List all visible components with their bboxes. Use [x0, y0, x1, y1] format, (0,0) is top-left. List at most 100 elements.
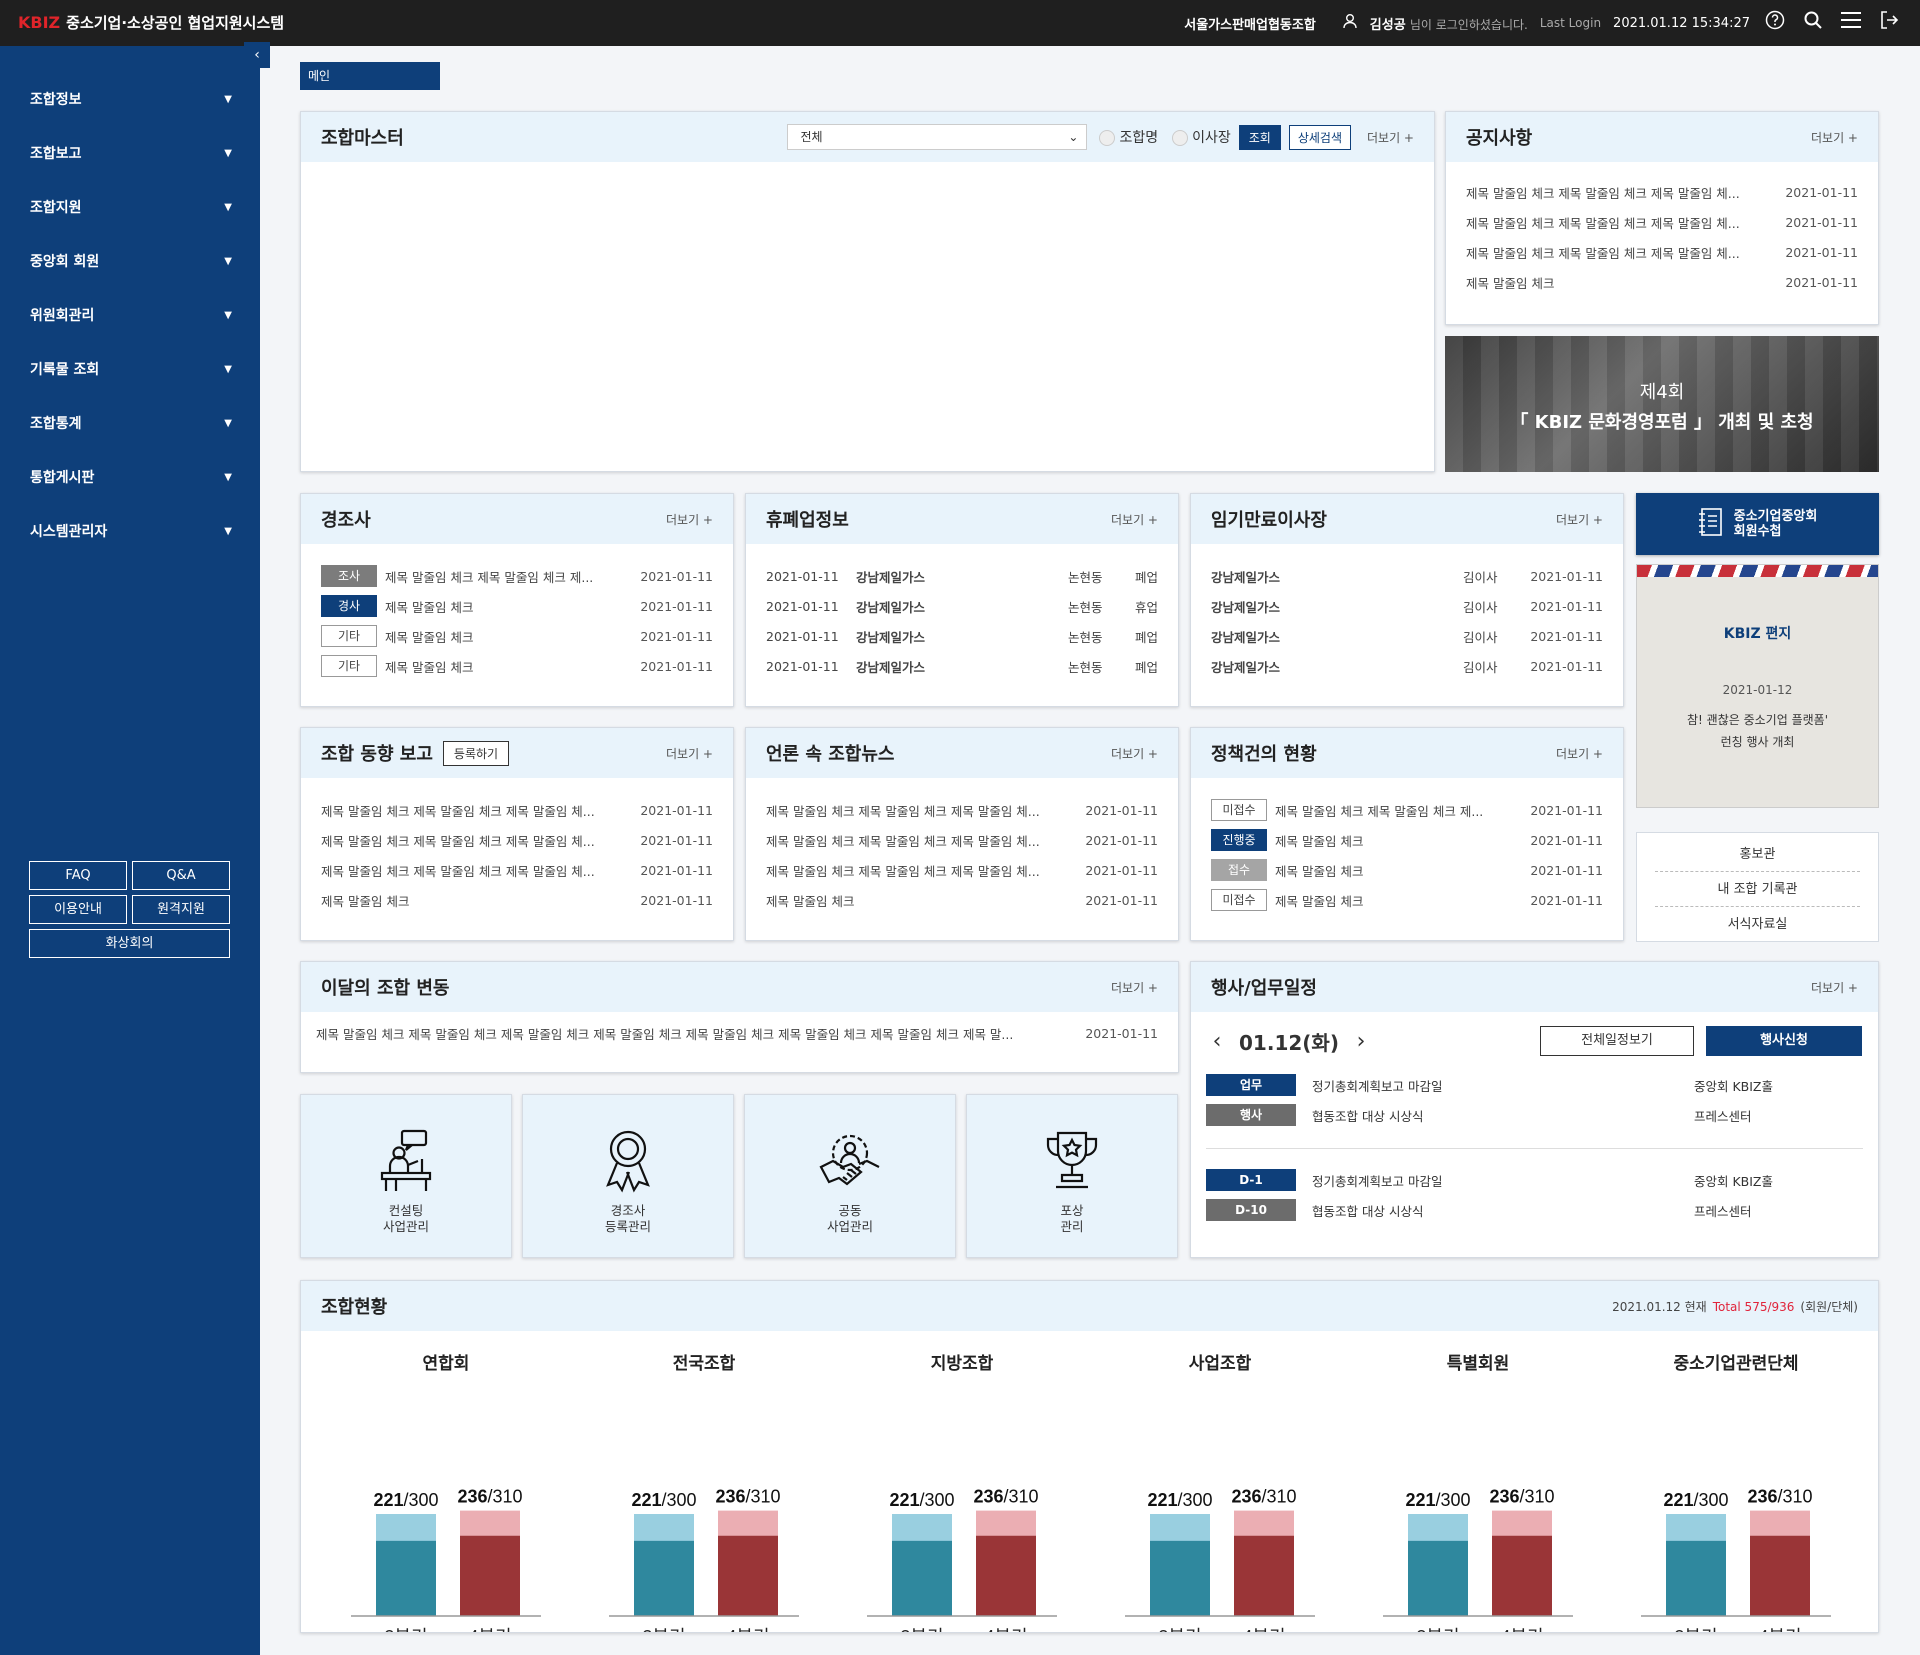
list-item[interactable]: 기타 제목 말줄임 체크 2021-01-11 — [321, 651, 713, 681]
list-item[interactable]: 2021-01-11 강남제일가스 논현동 폐업 — [766, 621, 1158, 651]
award-management-tile[interactable]: 포상 관리 — [966, 1094, 1178, 1258]
search-icon[interactable] — [1800, 10, 1826, 36]
status-badge: 기타 — [321, 625, 377, 647]
more-link[interactable]: 더보기 + — [1111, 511, 1158, 528]
forms-library-link[interactable]: 서식자료실 — [1655, 907, 1860, 942]
list-item[interactable]: 진행중 제목 말줄임 체크 2021-01-11 — [1211, 825, 1603, 855]
event-apply-button[interactable]: 행사신청 — [1706, 1026, 1862, 1056]
view-all-schedule-button[interactable]: 전체일정보기 — [1540, 1026, 1694, 1056]
schedule-title: 협동조합 대상 시상식 — [1312, 1203, 1424, 1219]
more-link[interactable]: 더보기 + — [1811, 129, 1858, 146]
item-location: 논현동 — [1068, 569, 1103, 585]
menu-icon[interactable] — [1838, 10, 1864, 36]
list-item[interactable]: 경사 제목 말줄임 체크 2021-01-11 — [321, 591, 713, 621]
item-person: 김이사 — [1463, 569, 1498, 585]
list-item[interactable]: 제목 말줄임 체크 제목 말줄임 체크 제목 말줄임 체... 2021-01-1… — [766, 825, 1158, 855]
union-stats-card: 조합현황 2021.01.12 현재 Total 575/936 (회원/단체) 연… — [300, 1280, 1879, 1633]
list-item[interactable]: 제목 말줄임 체크 제목 말줄임 체크 제목 말줄임 체크 제목 말줄임 체크 … — [301, 1012, 1178, 1042]
more-link[interactable]: 더보기 + — [1811, 979, 1858, 996]
item-status: 폐업 — [1134, 629, 1158, 645]
prev-date-button[interactable]: ‹ — [1207, 1029, 1227, 1054]
list-item[interactable]: 제목 말줄임 체크 제목 말줄임 체크 제목 말줄임 체... 2021-01-1… — [1466, 237, 1858, 267]
next-date-button[interactable]: › — [1351, 1029, 1371, 1054]
sidebar-item-statistics[interactable]: 조합통계 ▼ — [0, 396, 260, 450]
list-item[interactable]: 제목 말줄임 체크 제목 말줄임 체크 제목 말줄임 체... 2021-01-1… — [321, 795, 713, 825]
list-item[interactable]: 강남제일가스 김이사 2021-01-11 — [1211, 621, 1603, 651]
schedule-item[interactable]: D-1 정기총회계획보고 마감일 중앙회 KBIZ홀 — [1206, 1165, 1863, 1195]
guide-button[interactable]: 이용안내 — [29, 895, 127, 924]
list-item[interactable]: 강남제일가스 김이사 2021-01-11 — [1211, 591, 1603, 621]
more-link[interactable]: 더보기 + — [1556, 511, 1603, 528]
sidebar-item-records[interactable]: 기록물 조회 ▼ — [0, 342, 260, 396]
sidebar-item-union-info[interactable]: 조합정보 ▼ — [0, 72, 260, 126]
sidebar-menu: 조합정보 ▼ 조합보고 ▼ 조합지원 ▼ 중앙회 회원 ▼ 위원회관리 ▼ 기록물 조회 ▼… — [0, 46, 260, 558]
forum-banner[interactable]: 제4회 「 KBIZ 문화경영포럼 」 개최 및 초청 — [1445, 336, 1879, 472]
master-category-select[interactable]: 전체 ⌄ — [787, 124, 1088, 150]
divider — [1206, 1148, 1863, 1149]
sidebar-item-board[interactable]: 통합게시판 ▼ — [0, 450, 260, 504]
sidebar-item-union-support[interactable]: 조합지원 ▼ — [0, 180, 260, 234]
stacked-bar-chart: 221/300 3분기 236/310 4분기 — [609, 1487, 799, 1632]
list-item[interactable]: 제목 말줄임 체크 2021-01-11 — [766, 885, 1158, 915]
faq-button[interactable]: FAQ — [29, 861, 127, 890]
list-item[interactable]: 제목 말줄임 체크 제목 말줄임 체크 제목 말줄임 체... 2021-01-1… — [321, 825, 713, 855]
list-item[interactable]: 2021-01-11 강남제일가스 논현동 폐업 — [766, 561, 1158, 591]
list-item[interactable]: 제목 말줄임 체크 2021-01-11 — [1466, 267, 1858, 297]
register-button[interactable]: 등록하기 — [442, 740, 510, 766]
list-item[interactable]: 접수 제목 말줄임 체크 2021-01-11 — [1211, 855, 1603, 885]
schedule-item[interactable]: D-10 협동조합 대상 시상식 프레스센터 — [1206, 1195, 1863, 1225]
data-label: 236/310 — [715, 1487, 780, 1507]
list-item[interactable]: 제목 말줄임 체크 제목 말줄임 체크 제목 말줄임 체... 2021-01-1… — [321, 855, 713, 885]
more-link[interactable]: 더보기 + — [666, 511, 713, 528]
notice-card: 공지사항 더보기 + 제목 말줄임 체크 제목 말줄임 체크 제목 말줄임 체.… — [1445, 111, 1879, 325]
list-item[interactable]: 강남제일가스 김이사 2021-01-11 — [1211, 651, 1603, 681]
video-conference-button[interactable]: 화상회의 — [29, 929, 230, 958]
remote-support-button[interactable]: 원격지원 — [132, 895, 230, 924]
bar-value — [1408, 1540, 1468, 1616]
condolence-registration-tile[interactable]: 경조사 등록관리 — [522, 1094, 734, 1258]
condolence-card: 경조사 더보기 + 조사 제목 말줄임 체크 제목 말줄임 체크 제... 2021… — [300, 493, 734, 707]
detail-search-button[interactable]: 상세검색 — [1288, 124, 1351, 150]
list-item[interactable]: 제목 말줄임 체크 제목 말줄임 체크 제목 말줄임 체... 2021-01-1… — [766, 795, 1158, 825]
list-item[interactable]: 제목 말줄임 체크 2021-01-11 — [321, 885, 713, 915]
kbiz-letter-card[interactable]: KBIZ 편지 2021-01-12 참! 괜찮은 중소기업 플랫폼' 런칭 행사… — [1636, 564, 1879, 808]
joint-business-tile[interactable]: 공동 사업관리 — [744, 1094, 956, 1258]
sidebar-item-committee[interactable]: 위원회관리 ▼ — [0, 288, 260, 342]
sidebar-item-central-member[interactable]: 중앙회 회원 ▼ — [0, 234, 260, 288]
list-item[interactable]: 조사 제목 말줄임 체크 제목 말줄임 체크 제... 2021-01-11 — [321, 561, 713, 591]
list-item[interactable]: 강남제일가스 김이사 2021-01-11 — [1211, 561, 1603, 591]
list-item[interactable]: 미접수 제목 말줄임 체크 2021-01-11 — [1211, 885, 1603, 915]
sidebar-item-union-report[interactable]: 조합보고 ▼ — [0, 126, 260, 180]
list-item[interactable]: 2021-01-11 강남제일가스 논현동 휴업 — [766, 591, 1158, 621]
promo-hall-link[interactable]: 홍보관 — [1655, 837, 1860, 872]
card-title: 언론 속 조합뉴스 — [766, 744, 895, 765]
more-link[interactable]: 더보기 + — [1367, 129, 1414, 146]
more-link[interactable]: 더보기 + — [1556, 745, 1603, 762]
radio-union-name[interactable]: 조합명 — [1099, 127, 1158, 147]
sidebar-collapse-button[interactable]: ‹ — [244, 42, 270, 68]
app-logo[interactable]: KBIZ 중소기업·소상공인 협업지원시스템 — [18, 12, 284, 33]
more-link[interactable]: 더보기 + — [1111, 745, 1158, 762]
search-button[interactable]: 조회 — [1238, 124, 1281, 150]
list-item[interactable]: 미접수 제목 말줄임 체크 제목 말줄임 체크 제... 2021-01-11 — [1211, 795, 1603, 825]
schedule-item[interactable]: 업무 정기총회계획보고 마감일 중앙회 KBIZ홀 — [1206, 1070, 1863, 1100]
union-archive-link[interactable]: 내 조합 기록관 — [1655, 872, 1860, 907]
radio-chairman[interactable]: 이사장 — [1172, 127, 1231, 147]
list-item[interactable]: 2021-01-11 강남제일가스 논현동 폐업 — [766, 651, 1158, 681]
logout-icon[interactable] — [1876, 10, 1902, 36]
help-icon[interactable] — [1762, 10, 1788, 36]
list-item[interactable]: 기타 제목 말줄임 체크 2021-01-11 — [321, 621, 713, 651]
qna-button[interactable]: Q&A — [132, 861, 230, 890]
category-label: 4분기 — [984, 1627, 1027, 1633]
category-label: 4분기 — [468, 1627, 511, 1633]
list-item[interactable]: 제목 말줄임 체크 제목 말줄임 체크 제목 말줄임 체... 2021-01-1… — [1466, 177, 1858, 207]
sidebar-item-sysadmin[interactable]: 시스템관리자 ▼ — [0, 504, 260, 558]
item-date: 2021-01-11 — [1530, 598, 1603, 614]
list-item[interactable]: 제목 말줄임 체크 제목 말줄임 체크 제목 말줄임 체... 2021-01-1… — [766, 855, 1158, 885]
member-handbook-button[interactable]: 중소기업중앙회 회원수첩 — [1636, 493, 1879, 555]
more-link[interactable]: 더보기 + — [666, 745, 713, 762]
schedule-item[interactable]: 행사 협동조합 대상 시상식 프레스센터 — [1206, 1100, 1863, 1130]
consulting-tile[interactable]: 컨설팅 사업관리 — [300, 1094, 512, 1258]
list-item[interactable]: 제목 말줄임 체크 제목 말줄임 체크 제목 말줄임 체... 2021-01-1… — [1466, 207, 1858, 237]
more-link[interactable]: 더보기 + — [1111, 979, 1158, 996]
